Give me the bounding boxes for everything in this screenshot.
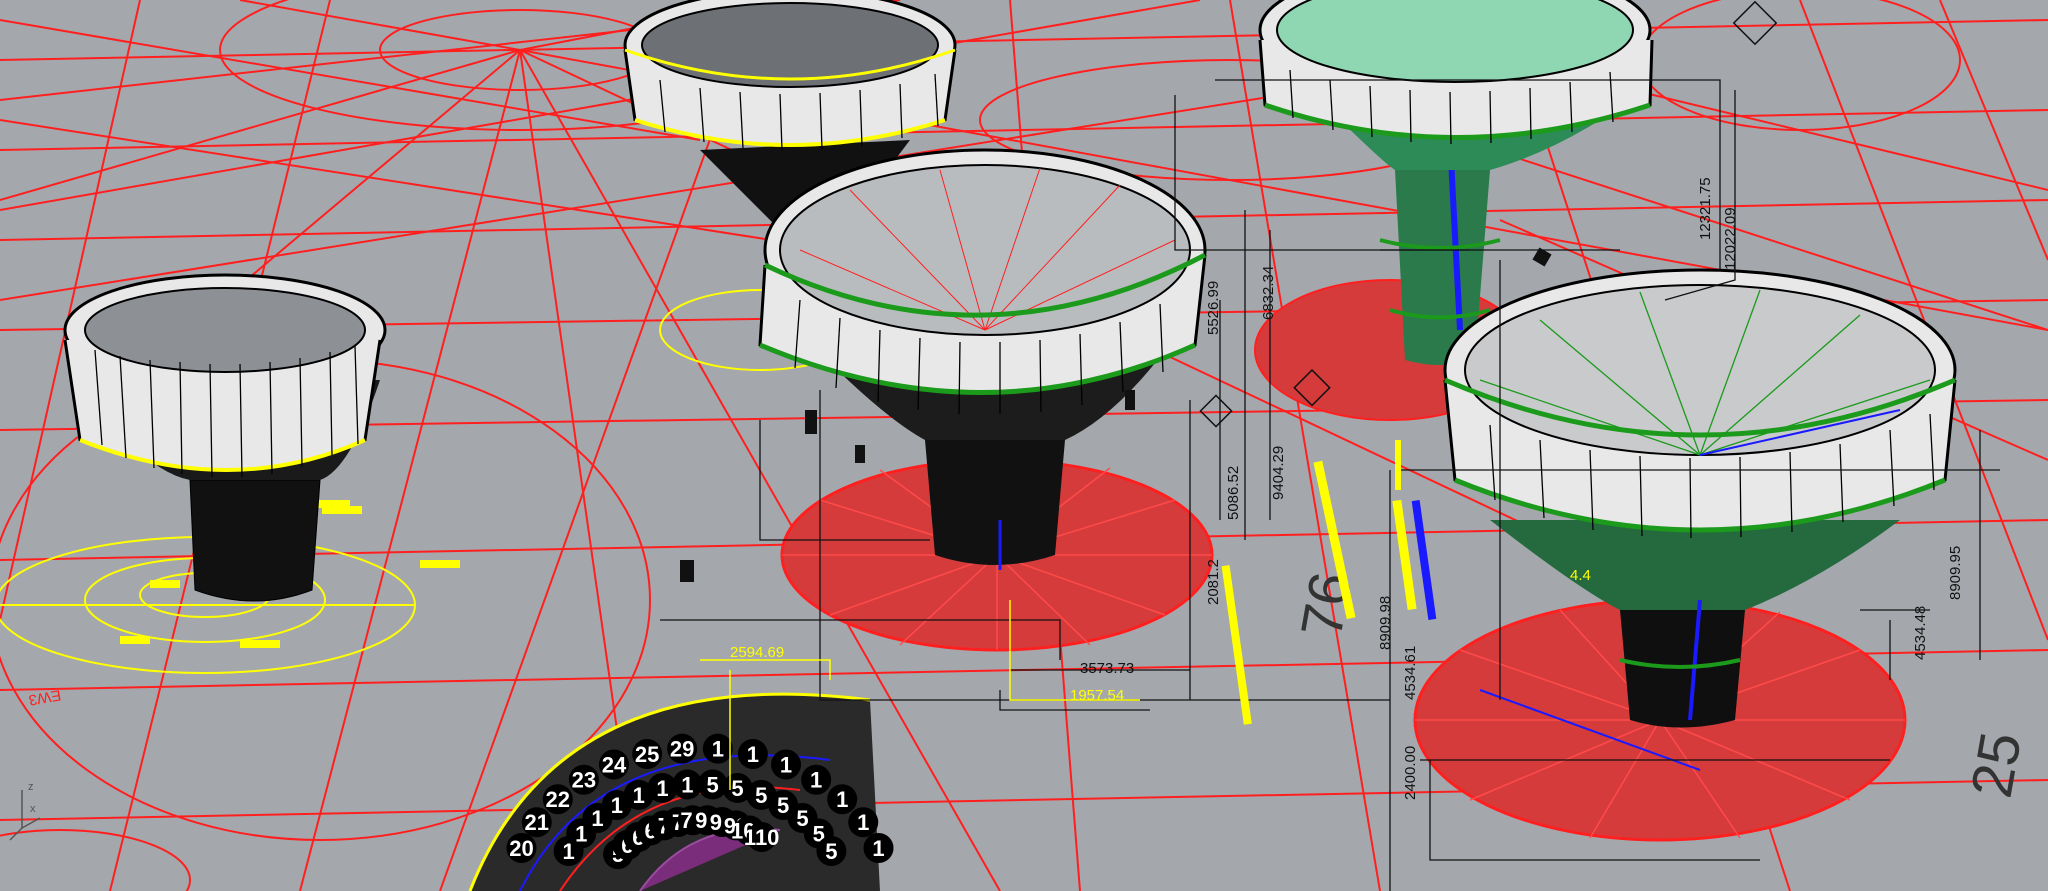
arc-marker-label: 1 bbox=[747, 742, 759, 767]
arc-marker-label: 5 bbox=[755, 783, 767, 808]
big-number-25: 25 bbox=[1959, 727, 2034, 802]
arc-marker-label: 24 bbox=[602, 752, 627, 777]
arc-marker-label: 110 bbox=[744, 825, 780, 850]
dim-8909a: 8909.98 bbox=[1377, 596, 1394, 650]
arc-marker-label: 1 bbox=[633, 783, 645, 808]
arc-marker-label: 29 bbox=[670, 737, 694, 762]
scene-canvas[interactable]: 2021222324252911111111111111555555556667… bbox=[0, 0, 2048, 891]
dim-2081: 2081.2 bbox=[1205, 559, 1222, 605]
dim-9404: 9404.29 bbox=[1270, 446, 1287, 500]
dim-2594: 2594.69 bbox=[730, 644, 784, 661]
dim-3573: 3573.73 bbox=[1080, 660, 1134, 677]
svg-text:z: z bbox=[28, 781, 34, 793]
funnel-model-right[interactable] bbox=[1413, 268, 1957, 842]
arc-marker-label: 22 bbox=[546, 787, 570, 812]
arc-marker-label: 5 bbox=[777, 793, 789, 818]
arc-marker-label: 23 bbox=[572, 768, 596, 793]
arc-marker-label: 1 bbox=[656, 776, 668, 801]
arc-marker-label: 21 bbox=[525, 810, 549, 835]
funnel-model-left[interactable] bbox=[0, 273, 460, 674]
dim-5086: 5086.52 bbox=[1225, 466, 1242, 520]
numbered-arc-diagram[interactable]: 2021222324252911111111111111555555556667… bbox=[468, 692, 894, 891]
arc-marker-label: 1 bbox=[712, 737, 724, 762]
arc-marker-label: 1 bbox=[836, 787, 848, 812]
arc-marker-label: 1 bbox=[611, 793, 623, 818]
dim-8909b: 8909.95 bbox=[1947, 546, 1964, 600]
arc-marker-label: 1 bbox=[780, 752, 792, 777]
arc-marker-label: 1 bbox=[872, 836, 884, 861]
perspective-viewport[interactable]: 2021222324252911111111111111555555556667… bbox=[0, 0, 2048, 891]
arc-marker-label: 5 bbox=[825, 839, 837, 864]
dim-4: 4.4 bbox=[1570, 567, 1591, 584]
dim-12022: 12022.09 bbox=[1722, 207, 1739, 270]
arc-marker-label: 5 bbox=[707, 772, 719, 797]
arc-marker-label: 1 bbox=[857, 810, 869, 835]
svg-text:x: x bbox=[30, 803, 36, 815]
dim-5526: 5526.99 bbox=[1205, 281, 1222, 335]
arc-marker-label: 20 bbox=[509, 836, 533, 861]
arc-marker-label: 1 bbox=[681, 772, 693, 797]
dim-4534a: 4534.61 bbox=[1402, 646, 1419, 700]
funnel-model-center[interactable] bbox=[758, 148, 1214, 652]
arc-marker-label: 25 bbox=[635, 742, 659, 767]
dim-1957: 1957.54 bbox=[1070, 687, 1124, 704]
dim-4534b: 4534.48 bbox=[1912, 606, 1929, 660]
arc-marker-label: 1 bbox=[810, 768, 822, 793]
arc-marker-label: 1 bbox=[591, 806, 603, 831]
dim-2400: 2400.00 bbox=[1402, 746, 1419, 800]
dim-12321: 12321.75 bbox=[1697, 177, 1714, 240]
dim-6832: 6832.34 bbox=[1260, 266, 1277, 320]
arc-marker-label: 5 bbox=[731, 776, 743, 801]
